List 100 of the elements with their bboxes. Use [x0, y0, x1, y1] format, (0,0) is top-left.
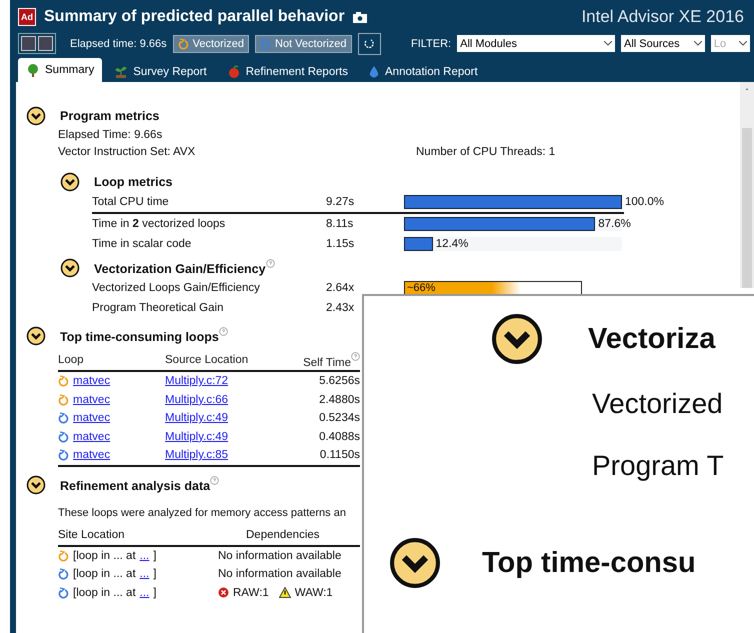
elapsed-time: Elapsed Time: 9.66s — [58, 128, 164, 142]
loop-icon — [58, 375, 69, 388]
loop-icon — [58, 550, 69, 562]
loop-link[interactable]: matvec — [73, 430, 110, 443]
site-location: [loop in ... at — [73, 586, 136, 599]
bracket: ] — [153, 586, 156, 599]
scrollbar[interactable] — [740, 82, 754, 288]
metric-value: 2.43x — [326, 302, 356, 314]
refresh-button[interactable] — [358, 32, 381, 54]
source-link[interactable]: Multiply.c:49 — [165, 430, 228, 443]
expand-toggle-icon[interactable] — [26, 326, 46, 346]
magnified-heading: Vectoriza — [588, 322, 716, 356]
table-cell-text: 2.4880s — [318, 394, 360, 406]
scroll-up-icon[interactable] — [743, 88, 751, 90]
magnified-label: Program T — [592, 450, 724, 482]
section-heading: Vectorization Gain/Efficiency — [94, 259, 275, 277]
metric-value: 9.27s — [326, 196, 356, 208]
site-link[interactable]: ... — [140, 550, 150, 562]
instruction-set: Vector Instruction Set: AVX — [58, 146, 196, 158]
scrollbar-thumb[interactable] — [742, 128, 752, 288]
filter-toggle[interactable]: Not Vectorized — [255, 34, 352, 52]
column-header[interactable]: Self Time — [275, 352, 360, 368]
expand-toggle-icon[interactable] — [490, 312, 544, 366]
source-link[interactable]: Multiply.c:66 — [165, 394, 228, 406]
expand-toggle-icon[interactable] — [26, 474, 46, 494]
tab[interactable]: Summary — [18, 58, 102, 82]
table-cell-text: No information available — [218, 550, 342, 562]
loop-icon — [58, 568, 69, 580]
metric-label: Total CPU time — [92, 196, 170, 208]
metric-value: 2.64x — [326, 282, 356, 294]
column-header[interactable]: Loop — [58, 354, 165, 366]
filter-dropdown[interactable]: All Sources — [621, 35, 705, 52]
refresh-icon — [363, 38, 376, 50]
tab[interactable]: Annotation Report — [360, 62, 486, 82]
table-cell-text: No information available — [218, 568, 342, 580]
site-location: [loop in ... at — [73, 568, 136, 580]
site-link[interactable]: ... — [140, 586, 150, 599]
tab[interactable]: Survey Report — [106, 62, 215, 82]
expand-toggle-icon[interactable] — [60, 172, 80, 192]
filter-label: FILTER: — [410, 38, 452, 50]
site-location: [loop in ... at — [73, 550, 136, 562]
source-link[interactable]: Multiply.c:85 — [165, 449, 228, 462]
metric-label: Time in scalar code — [92, 238, 192, 250]
drop-icon — [368, 65, 380, 79]
expand-toggle-icon[interactable] — [388, 536, 442, 590]
loop-link[interactable]: matvec — [73, 412, 110, 424]
loop-icon — [260, 38, 271, 50]
column-header[interactable]: Source Location — [165, 354, 275, 366]
section-heading: Program metrics — [60, 109, 160, 123]
loop-icon — [58, 394, 69, 406]
loop-icon — [58, 430, 69, 443]
metric-value: 8.11s — [326, 218, 354, 230]
metric-label: Vectorized Loops Gain/Efficiency — [92, 282, 261, 294]
column-header[interactable]: Dependencies — [218, 528, 360, 540]
tab[interactable]: Refinement Reports — [218, 62, 356, 82]
magnified-heading: Top time-consu — [482, 546, 696, 580]
magnified-label: Vectorized — [592, 388, 723, 420]
sprout-icon — [114, 65, 128, 79]
table-cell-text: 5.6256s — [318, 375, 360, 388]
loop-icon — [58, 586, 69, 599]
bracket: ] — [153, 568, 156, 580]
loop-icon — [178, 38, 189, 50]
section-heading: Loop metrics — [94, 175, 172, 189]
loop-icon — [58, 449, 69, 462]
product-name: Intel Advisor XE 2016 — [581, 7, 745, 27]
cpu-threads: Number of CPU Threads: 1 — [416, 146, 556, 158]
error-icon — [218, 587, 229, 598]
site-link[interactable]: ... — [140, 568, 150, 580]
metric-label: Time in 2 vectorized loops — [92, 218, 226, 230]
source-link[interactable]: Multiply.c:49 — [165, 412, 228, 424]
metric-value: 1.15s — [326, 238, 356, 250]
filter-toggle[interactable]: Vectorized — [172, 34, 249, 52]
source-link[interactable]: Multiply.c:72 — [165, 375, 228, 388]
section-heading: Top time-consuming loops — [60, 327, 228, 345]
loop-icon — [58, 412, 69, 424]
camera-icon[interactable] — [352, 12, 367, 22]
window-title: Summary of predicted parallel behavior — [44, 8, 345, 26]
warning-icon — [278, 587, 291, 598]
metric-label: Program Theoretical Gain — [92, 302, 224, 314]
loop-link[interactable]: matvec — [73, 375, 110, 388]
filter-dropdown[interactable]: All Modules — [457, 35, 615, 52]
table-cell-text: 0.4088s — [318, 430, 360, 443]
elapsed-time: Elapsed time: 9.66s — [70, 38, 167, 50]
description-text: These loops were analyzed for memory access patterns an — [58, 506, 347, 518]
section-heading: Refinement analysis data — [60, 476, 220, 494]
column-header[interactable]: Site Location — [58, 528, 218, 540]
dependency-count: RAW:1 — [233, 586, 269, 599]
expand-collapse-buttons[interactable] — [18, 33, 56, 54]
expand-toggle-icon[interactable] — [60, 258, 80, 278]
expand-toggle-icon[interactable] — [26, 106, 46, 126]
percent-reading: 87.6% — [598, 217, 631, 231]
percent-reading: 12.4% — [436, 237, 468, 251]
percent-reading: 100.0% — [625, 195, 664, 209]
dependency-count: WAW:1 — [294, 586, 333, 599]
efficiency-reading: ~66% — [407, 282, 436, 294]
table-cell-text: 0.5234s — [318, 412, 360, 424]
loop-link[interactable]: matvec — [73, 394, 110, 406]
app-logo: Ad — [18, 8, 36, 26]
tree-icon — [26, 63, 40, 77]
loop-link[interactable]: matvec — [73, 449, 110, 462]
